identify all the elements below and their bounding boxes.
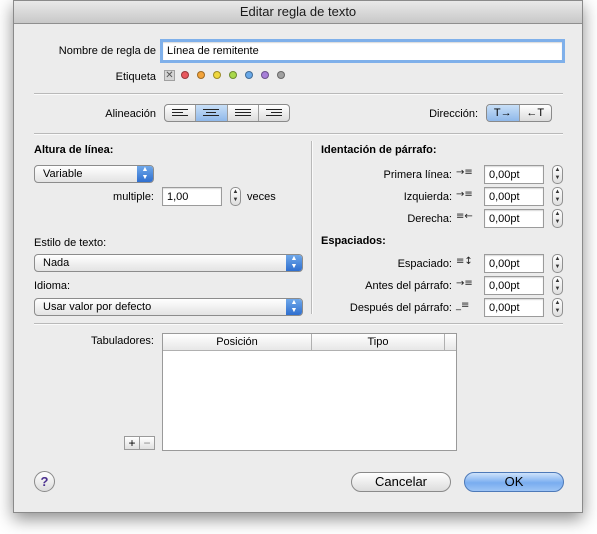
right-indent-icon: ≡← (456, 211, 473, 222)
cancel-button[interactable]: Cancelar (351, 472, 451, 492)
language-value: Usar valor por defecto (43, 301, 152, 313)
tag-label: Etiqueta (115, 71, 156, 83)
right-indent-field[interactable]: 0,00pt (484, 209, 544, 228)
multiple-label: multiple: (113, 191, 154, 203)
space-before-field[interactable]: 0,00pt (484, 276, 544, 295)
align-left-button[interactable] (165, 105, 197, 121)
alignment-segmented-control (164, 104, 290, 122)
add-tab-button[interactable]: + (124, 436, 140, 450)
tag-color-dot[interactable] (181, 71, 189, 79)
line-height-mode-popup[interactable]: Variable ▲ ▼ (34, 165, 154, 183)
separator (34, 93, 563, 95)
language-label: Idioma: (34, 280, 71, 292)
ok-button[interactable]: OK (464, 472, 564, 492)
column-header-type[interactable]: Tipo (312, 334, 445, 350)
space-after-field[interactable]: 0,00pt (484, 298, 544, 317)
tag-color-dot[interactable] (213, 71, 221, 79)
tag-color-dot[interactable] (277, 71, 285, 79)
edit-text-rule-dialog: Editar regla de texto Nombre de regla de… (13, 0, 583, 513)
align-left-icon (172, 109, 189, 116)
popup-arrows-icon: ▲ ▼ (286, 255, 302, 271)
tag-color-dot[interactable] (261, 71, 269, 79)
popup-arrows-icon: ▲ ▼ (137, 166, 153, 182)
direction-ltr-button[interactable]: T→ (487, 105, 520, 121)
line-height-mode-value: Variable (43, 168, 83, 180)
window-title: Editar regla de texto (14, 1, 582, 24)
column-header-position[interactable]: Posición (163, 334, 312, 350)
multiple-unit: veces (247, 191, 276, 203)
align-right-icon (265, 109, 282, 116)
space-after-icon: _≡ (456, 300, 470, 311)
first-line-field[interactable]: 0,00pt (484, 165, 544, 184)
help-button[interactable]: ? (34, 471, 55, 492)
direction-rtl-button[interactable]: ←T (520, 105, 552, 121)
vertical-separator (311, 141, 313, 314)
tag-color-dot[interactable] (229, 71, 237, 79)
space-after-stepper[interactable]: ▲ ▼ (552, 298, 563, 317)
spacing-heading: Espaciados: (321, 235, 386, 247)
indent-heading: Identación de párrafo: (321, 144, 437, 156)
left-indent-icon: →≡ (456, 189, 473, 200)
left-indent-field[interactable]: 0,00pt (484, 187, 544, 206)
align-center-button[interactable] (196, 105, 228, 121)
direction-label: Dirección: (429, 108, 478, 120)
multiple-stepper[interactable]: ▲ ▼ (230, 187, 241, 206)
language-popup[interactable]: Usar valor por defecto ▲ ▼ (34, 298, 303, 316)
first-line-stepper[interactable]: ▲ ▼ (552, 165, 563, 184)
text-style-value: Nada (43, 257, 70, 269)
tabs-table-header: Posición Tipo (163, 334, 456, 351)
tag-color-dot[interactable] (245, 71, 253, 79)
right-indent-label: Derecha: (407, 213, 452, 225)
align-justify-button[interactable] (228, 105, 259, 121)
left-indent-stepper[interactable]: ▲ ▼ (552, 187, 563, 206)
alignment-label: Alineación (105, 108, 156, 120)
right-indent-stepper[interactable]: ▲ ▼ (552, 209, 563, 228)
align-justify-icon (234, 109, 251, 116)
space-before-stepper[interactable]: ▲ ▼ (552, 276, 563, 295)
line-spacing-field[interactable]: 0,00pt (484, 254, 544, 273)
space-before-label: Antes del párrafo: (365, 280, 452, 292)
tabs-table[interactable]: Posición Tipo (162, 333, 457, 451)
line-spacing-icon: ≡↕ (456, 256, 473, 267)
first-line-label: Primera línea: (383, 169, 452, 181)
line-spacing-label: Espaciado: (397, 258, 452, 270)
direction-segmented-control: T→ ←T (486, 104, 552, 122)
text-style-label: Estilo de texto: (34, 237, 107, 249)
separator (34, 133, 563, 135)
tag-clear-icon[interactable]: ✕ (164, 70, 175, 81)
rule-name-field[interactable]: Línea de remitente (160, 39, 565, 63)
line-height-heading: Altura de línea: (34, 144, 114, 156)
rule-name-label: Nombre de regla de (58, 45, 156, 57)
remove-tab-button[interactable]: − (139, 436, 155, 450)
popup-arrows-icon: ▲ ▼ (286, 299, 302, 315)
tag-color-dot[interactable] (197, 71, 205, 79)
text-style-popup[interactable]: Nada ▲ ▼ (34, 254, 303, 272)
space-after-label: Después del párrafo: (349, 302, 452, 314)
tabs-label: Tabuladores: (91, 335, 154, 347)
align-center-icon (203, 109, 220, 116)
align-right-button[interactable] (259, 105, 289, 121)
line-spacing-stepper[interactable]: ▲ ▼ (552, 254, 563, 273)
multiple-field[interactable]: 1,00 (162, 187, 222, 206)
first-line-indent-icon: →≡ (456, 167, 473, 178)
separator (34, 323, 563, 325)
left-indent-label: Izquierda: (403, 191, 452, 203)
space-before-icon: →≡ (456, 278, 473, 289)
